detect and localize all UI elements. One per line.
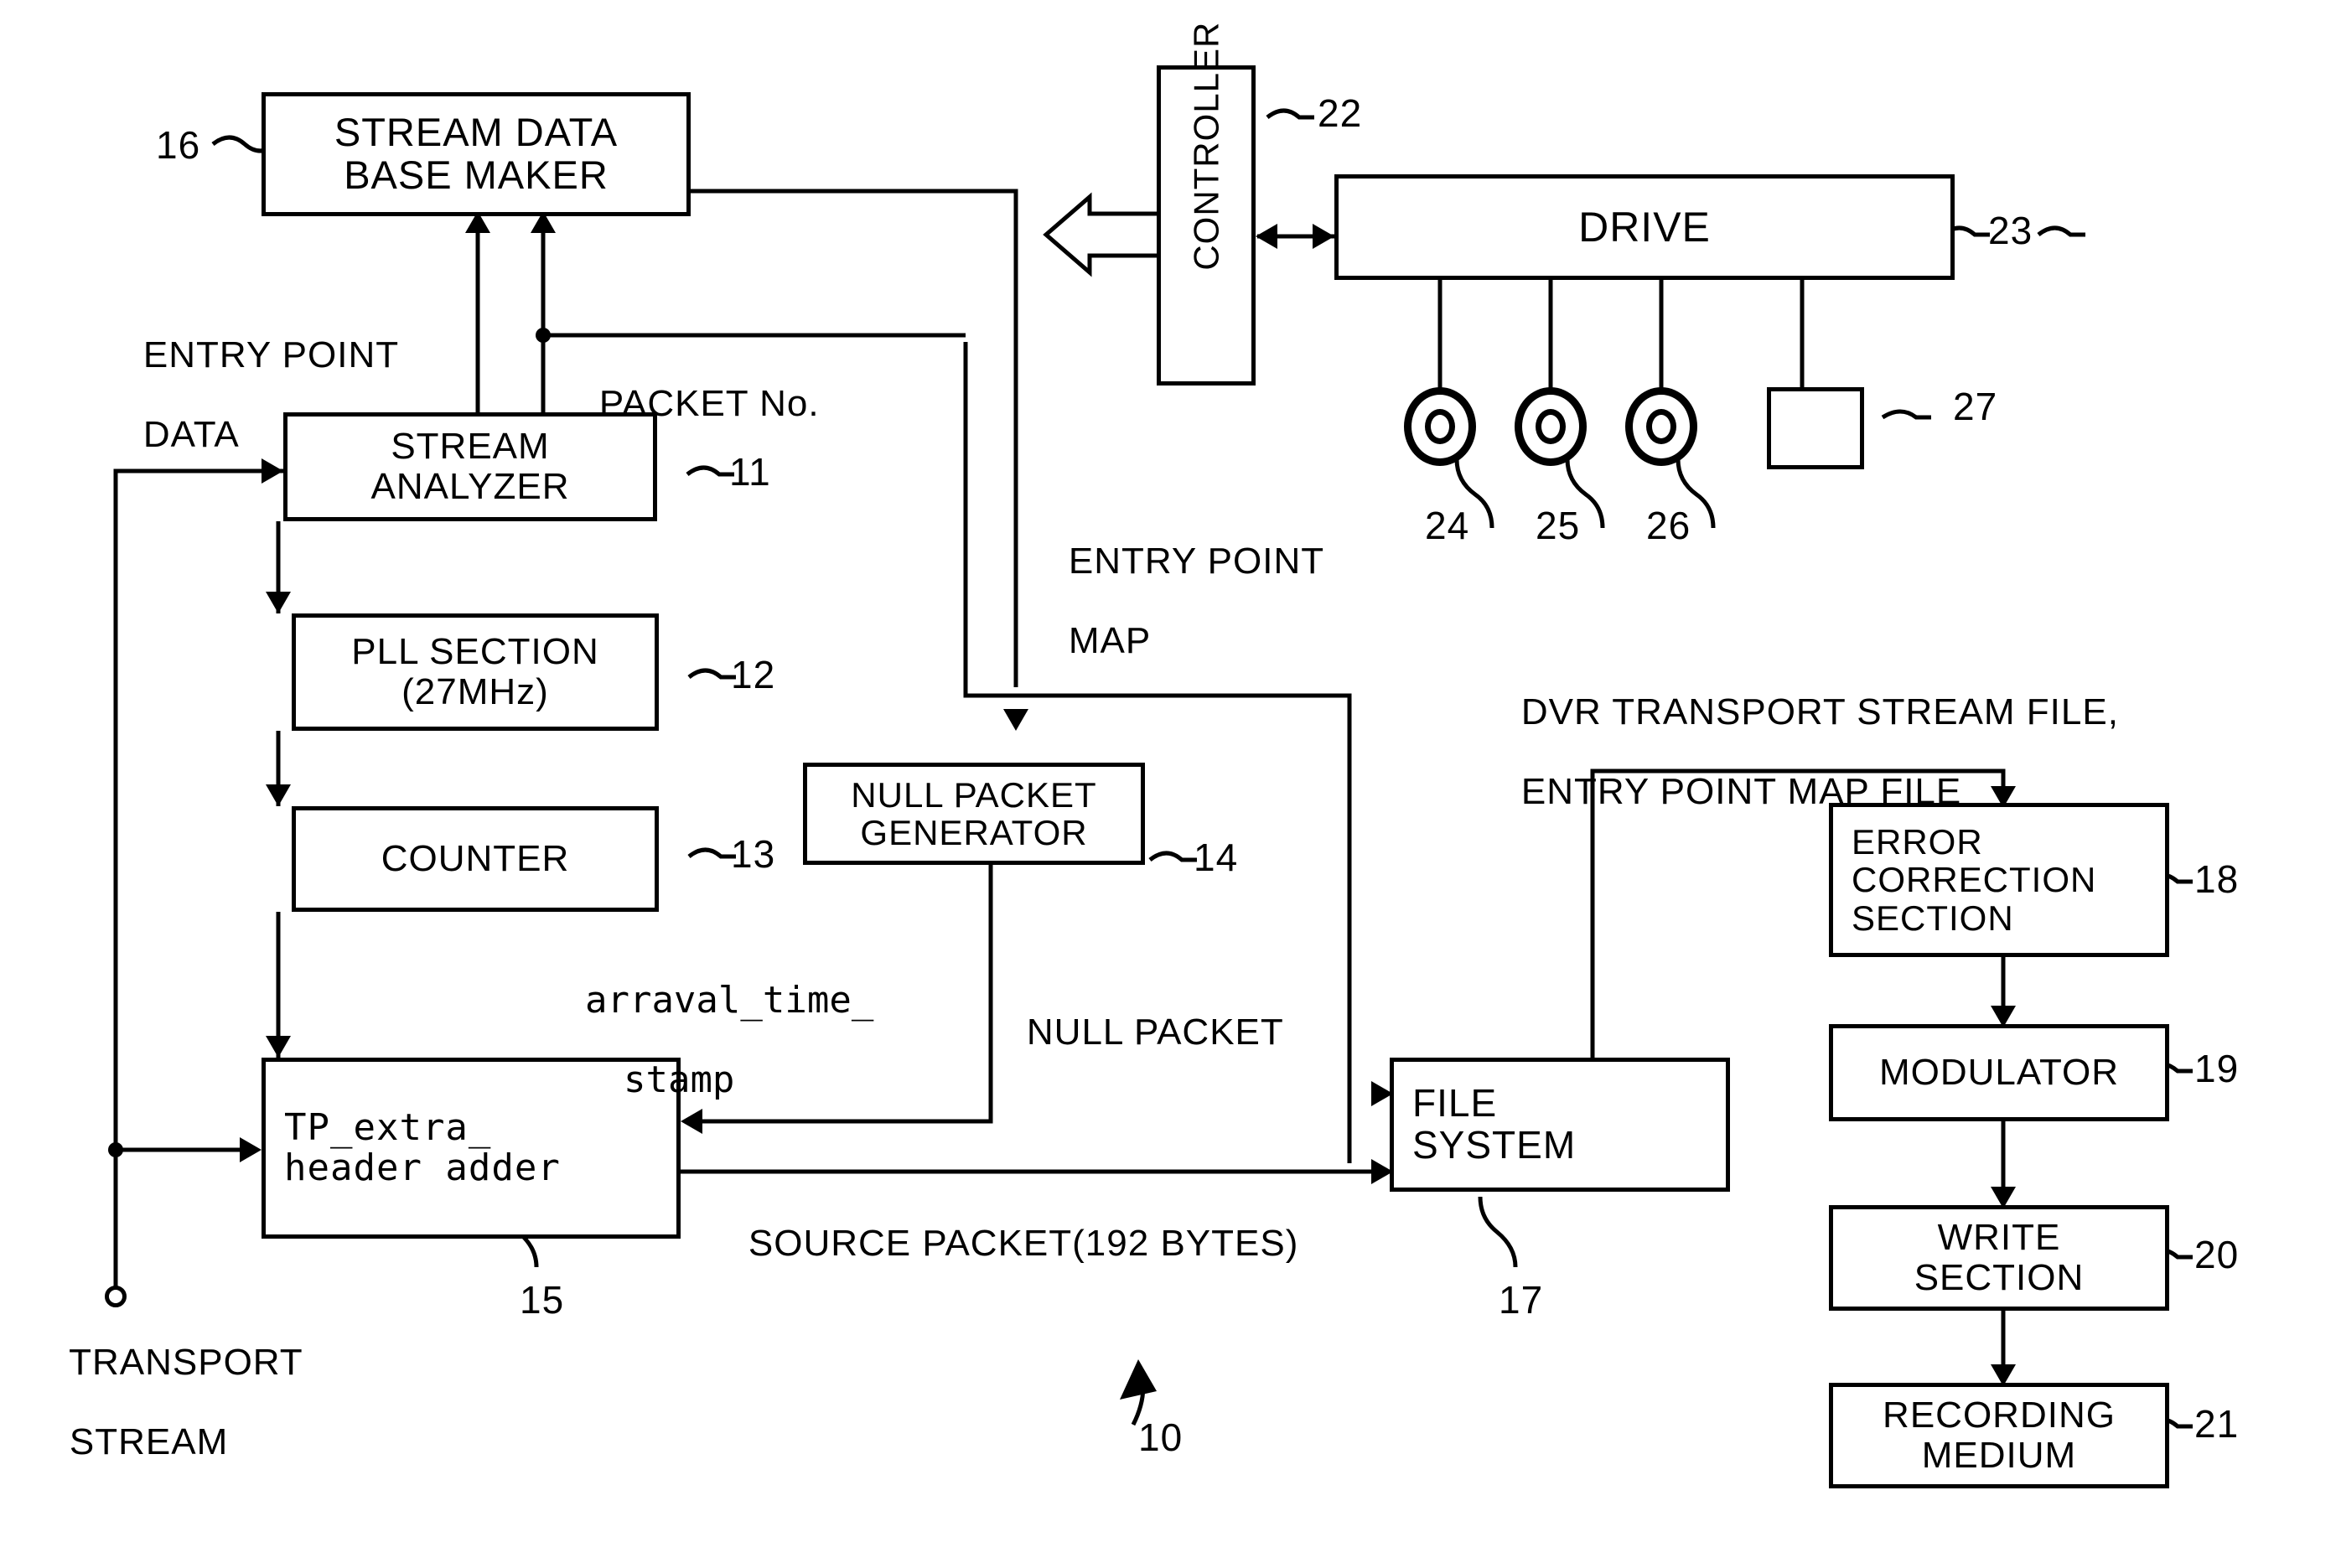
null-packet-text: NULL PACKET [1026, 1011, 1284, 1053]
file-system-line2: SYSTEM [1412, 1123, 1577, 1167]
label-transport-stream: TRANSPORT STREAM [25, 1302, 303, 1502]
label-dvr-files: DVR TRANSPORT STREAM FILE, ENTRY POINT M… [1477, 652, 2119, 851]
pll-section-line1: PLL SECTION [351, 631, 599, 673]
file-system-line1: FILE [1412, 1081, 1498, 1126]
transport-stream-line1: TRANSPORT [69, 1341, 303, 1383]
ref-26: 26 [1646, 504, 1691, 547]
null-packet-generator-line2: GENERATOR [860, 813, 1088, 852]
stream-analyzer-line1: STREAM [391, 426, 550, 468]
ref-19: 19 [2194, 1047, 2240, 1090]
junction-dot-packet-no [536, 328, 551, 343]
optical-disc-icon-c [1625, 387, 1697, 466]
ref-21: 21 [2194, 1402, 2240, 1446]
label-source-packet: SOURCE PACKET(192 BYTES) [704, 1183, 1298, 1303]
ref-24: 24 [1425, 504, 1470, 547]
arraval-time-stamp-line2: stamp [623, 1058, 735, 1101]
stream-data-base-maker-line2: BASE MAKER [344, 153, 609, 197]
pll-section-line2: (27MHz) [401, 671, 549, 712]
dvr-files-line1: DVR TRANSPORT STREAM FILE, [1520, 691, 2119, 732]
block-controller[interactable]: CONTROLLER [1157, 21, 1256, 386]
stream-analyzer-line2: ANALYZER [370, 466, 570, 507]
entry-point-map-line1: ENTRY POINT [1068, 540, 1325, 582]
label-entry-point-data: ENTRY POINT DATA [99, 295, 399, 494]
block-counter[interactable]: COUNTER [292, 806, 659, 912]
ref-18: 18 [2194, 857, 2240, 901]
arrow-ts-into-adder [240, 1137, 262, 1162]
patent-figure-canvas: STREAM DATA BASE MAKER STREAM ANALYZER P… [0, 0, 2336, 1568]
write-section-line2: SECTION [1914, 1257, 2085, 1298]
controller-label: CONTROLLER [1186, 21, 1226, 271]
ref-17: 17 [1499, 1278, 1544, 1322]
label-null-packet: NULL PACKET [982, 972, 1284, 1092]
optical-disc-icon-b [1515, 387, 1587, 466]
ref-23: 23 [1988, 209, 2033, 252]
hollow-arrow-icon [1043, 192, 1157, 277]
ref-20: 20 [2194, 1233, 2240, 1276]
block-pll-section[interactable]: PLL SECTION (27MHz) [292, 613, 659, 731]
junction-dot-transport-stream [108, 1142, 123, 1157]
entry-point-data-line2: DATA [142, 413, 240, 455]
ref-22: 22 [1318, 91, 1363, 135]
block-recording-medium[interactable]: RECORDING MEDIUM [1829, 1383, 2169, 1488]
block-null-packet-generator[interactable]: NULL PACKET GENERATOR [803, 763, 1145, 865]
ref-11: 11 [729, 450, 771, 494]
arraval-time-stamp-line1: arraval_time_ [584, 978, 874, 1022]
stream-data-base-maker-line1: STREAM DATA [334, 110, 619, 155]
arrow-counter-to-adder [266, 1036, 291, 1058]
ref-figure-10: 10 [1138, 1415, 1184, 1459]
tp-extra-header-adder-line1: TP_extra_ [284, 1106, 492, 1150]
ref-12: 12 [731, 653, 776, 696]
ref-15: 15 [520, 1278, 565, 1322]
ref-13: 13 [731, 832, 776, 876]
arrow-pll-to-counter [266, 784, 291, 806]
error-correction-line3: SECTION [1852, 898, 2014, 938]
drive-label: DRIVE [1578, 204, 1711, 251]
transport-stream-line2: STREAM [69, 1421, 229, 1462]
null-packet-generator-line1: NULL PACKET [851, 774, 1097, 815]
arrow-analyzer-to-pll [266, 592, 291, 613]
arrow-controller-to-drive-left [1256, 224, 1277, 249]
label-packet-no: PACKET No. [555, 344, 820, 463]
figure-leader-arrow [1120, 1359, 1157, 1400]
tp-extra-header-adder-line2: header adder [284, 1146, 561, 1189]
cartridge-media-icon [1767, 387, 1864, 469]
dvr-files-line2: ENTRY POINT MAP FILE [1520, 770, 1962, 812]
arrow-map-to-nullgen [1003, 709, 1028, 731]
block-file-system[interactable]: FILE SYSTEM [1390, 1058, 1730, 1192]
entry-point-data-line1: ENTRY POINT [142, 334, 400, 375]
arrow-controller-to-drive-right [1313, 224, 1334, 249]
source-packet-text: SOURCE PACKET(192 BYTES) [748, 1222, 1299, 1264]
label-entry-point-map: ENTRY POINT MAP [1024, 501, 1324, 701]
error-correction-line2: CORRECTION [1852, 860, 2097, 900]
block-write-section[interactable]: WRITE SECTION [1829, 1205, 2169, 1311]
write-section-line1: WRITE [1937, 1217, 2061, 1259]
ref-25: 25 [1536, 504, 1581, 547]
ref-14: 14 [1194, 836, 1239, 879]
ref-16: 16 [156, 123, 201, 167]
recording-medium-line2: MEDIUM [1921, 1435, 2077, 1476]
label-arraval-time-stamp: arraval_time_ stamp [496, 940, 873, 1140]
modulator-label: MODULATOR [1878, 1052, 2120, 1094]
ref-27: 27 [1953, 385, 1998, 428]
block-modulator[interactable]: MODULATOR [1829, 1024, 2169, 1121]
packet-no-text: PACKET No. [598, 382, 820, 424]
optical-disc-icon-a [1404, 387, 1476, 466]
recording-medium-line1: RECORDING [1883, 1395, 2116, 1436]
block-drive[interactable]: DRIVE [1334, 174, 1955, 280]
block-stream-data-base-maker[interactable]: STREAM DATA BASE MAKER [262, 92, 691, 216]
entry-point-map-line2: MAP [1068, 619, 1152, 661]
counter-label: COUNTER [381, 838, 570, 880]
